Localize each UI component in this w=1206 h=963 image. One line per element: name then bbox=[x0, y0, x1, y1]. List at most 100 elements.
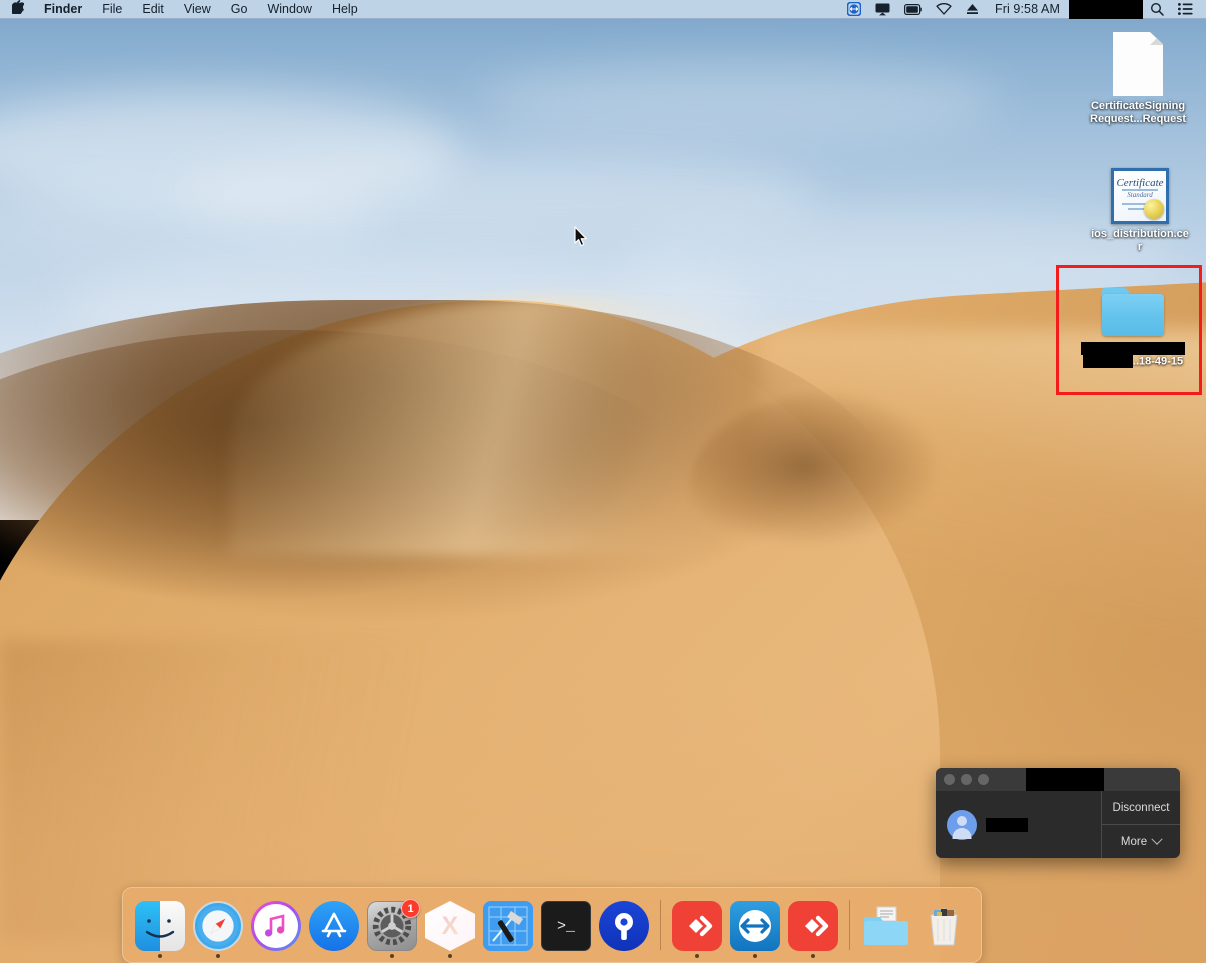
running-indicator bbox=[622, 954, 626, 958]
notification-badge: 1 bbox=[401, 899, 420, 918]
menu-bar: Finder File Edit View Go Window Help Fri… bbox=[0, 0, 1206, 19]
menu-bar-clock[interactable]: Fri 9:58 AM bbox=[986, 2, 1069, 16]
dock: 1 X >_ bbox=[122, 887, 982, 963]
airplay-display-icon[interactable] bbox=[868, 3, 897, 16]
certificate-title-text: Certificate bbox=[1116, 177, 1164, 189]
wifi-icon[interactable] bbox=[929, 3, 959, 15]
menu-item-view[interactable]: View bbox=[174, 0, 221, 19]
dock-item-sourcetree[interactable] bbox=[595, 901, 653, 962]
desktop-icon-label-line2: Request...Request bbox=[1090, 113, 1186, 125]
menu-bar-left: Finder File Edit View Go Window Help bbox=[0, 0, 368, 19]
running-indicator bbox=[942, 954, 946, 958]
desktop-icon-label-line1: CertificateSigning bbox=[1090, 100, 1186, 112]
running-indicator bbox=[158, 954, 162, 958]
itunes-icon bbox=[251, 901, 301, 951]
xcode-icon bbox=[483, 901, 533, 951]
eject-icon[interactable] bbox=[959, 3, 986, 15]
mouse-cursor bbox=[574, 226, 588, 247]
menu-item-help[interactable]: Help bbox=[322, 0, 368, 19]
desktop-icon-label-line2: r bbox=[1137, 241, 1143, 253]
battery-icon[interactable] bbox=[897, 3, 929, 15]
desktop-icon-redacted-folder[interactable]: ..18-49-15 bbox=[1076, 288, 1190, 369]
redaction-block bbox=[1081, 342, 1185, 355]
running-indicator bbox=[564, 954, 568, 958]
control-center-list-icon[interactable] bbox=[1171, 3, 1200, 15]
running-indicator bbox=[332, 954, 336, 958]
minimize-button[interactable] bbox=[961, 774, 972, 785]
more-button[interactable]: More bbox=[1102, 824, 1180, 858]
dock-separator bbox=[660, 900, 661, 950]
menu-item-window[interactable]: Window bbox=[257, 0, 321, 19]
folder-icon bbox=[861, 901, 911, 951]
desktop-icon-label-line1: ios_distribution.ce bbox=[1091, 228, 1189, 240]
desktop-icon-label-line2: ..18-49-15 bbox=[1076, 355, 1190, 369]
teamviewer-status-icon[interactable] bbox=[840, 2, 868, 16]
running-indicator bbox=[506, 954, 510, 958]
desktop-icon-ios-distribution-cer[interactable]: Certificate Standard ios_distribution.ce… bbox=[1084, 168, 1196, 254]
menu-item-finder[interactable]: Finder bbox=[34, 0, 92, 19]
redaction-block bbox=[1082, 355, 1133, 369]
dock-item-trash[interactable] bbox=[915, 901, 973, 962]
desktop-icon-label-line1 bbox=[1076, 342, 1190, 355]
folder-icon bbox=[1102, 288, 1164, 336]
avatar bbox=[947, 809, 977, 840]
running-indicator bbox=[884, 954, 888, 958]
app-store-icon bbox=[309, 901, 359, 951]
desktop-icon-certificate-signing-request[interactable]: CertificateSigning Request...Request bbox=[1082, 32, 1194, 126]
teamviewer-title-redacted bbox=[1026, 768, 1104, 791]
teamviewer-body: Disconnect More bbox=[936, 791, 1180, 858]
teamviewer-connected-user bbox=[936, 791, 1102, 858]
dock-item-teamviewer[interactable] bbox=[726, 901, 784, 962]
dock-item-terminal[interactable]: >_ bbox=[537, 901, 595, 962]
disconnect-button[interactable]: Disconnect bbox=[1102, 791, 1180, 824]
menu-item-file[interactable]: File bbox=[92, 0, 132, 19]
dock-item-anydesk-1[interactable] bbox=[668, 901, 726, 962]
dock-item-xamarin[interactable]: X bbox=[421, 901, 479, 962]
folder-body bbox=[1102, 294, 1164, 336]
close-button[interactable] bbox=[944, 774, 955, 785]
teamviewer-session-panel[interactable]: Disconnect More bbox=[936, 768, 1180, 858]
teamviewer-actions: Disconnect More bbox=[1102, 791, 1180, 858]
dock-item-app-store[interactable] bbox=[305, 901, 363, 962]
dock-item-safari[interactable] bbox=[189, 901, 247, 962]
terminal-icon: >_ bbox=[541, 901, 591, 951]
running-indicator bbox=[448, 954, 452, 958]
menu-item-go[interactable]: Go bbox=[221, 0, 258, 19]
dock-separator bbox=[849, 900, 850, 950]
apple-logo-icon[interactable] bbox=[0, 0, 34, 19]
anydesk-icon bbox=[672, 901, 722, 951]
dock-item-finder[interactable] bbox=[131, 901, 189, 962]
trash-icon bbox=[919, 901, 969, 951]
running-indicator bbox=[695, 954, 699, 958]
safari-icon bbox=[193, 901, 243, 951]
dock-item-downloads[interactable] bbox=[857, 901, 915, 962]
menu-item-edit[interactable]: Edit bbox=[132, 0, 174, 19]
teamviewer-username-redacted bbox=[986, 817, 1028, 832]
dock-item-itunes[interactable] bbox=[247, 901, 305, 962]
certificate-seal-icon bbox=[1144, 199, 1164, 219]
chevron-down-icon bbox=[1151, 833, 1163, 845]
dock-item-anydesk-2[interactable] bbox=[784, 901, 842, 962]
running-indicator bbox=[811, 954, 815, 958]
sourcetree-icon bbox=[599, 901, 649, 951]
more-button-label: More bbox=[1120, 835, 1148, 848]
teamviewer-icon bbox=[730, 901, 780, 951]
dock-item-system-preferences[interactable]: 1 bbox=[363, 899, 421, 962]
search-icon[interactable] bbox=[1143, 2, 1171, 16]
cloud bbox=[480, 60, 1000, 140]
blank-document-icon bbox=[1113, 32, 1163, 96]
folder-name-suffix: ..18-49-15 bbox=[1132, 355, 1184, 368]
maximize-button[interactable] bbox=[978, 774, 989, 785]
certificate-icon: Certificate Standard bbox=[1111, 168, 1169, 224]
menu-bar-status-area: Fri 9:58 AM bbox=[840, 0, 1206, 19]
desktop-icon-label: CertificateSigning Request...Request bbox=[1082, 100, 1194, 126]
anydesk-icon bbox=[788, 901, 838, 951]
desktop-icon-label: ..18-49-15 bbox=[1076, 342, 1190, 369]
running-indicator bbox=[390, 954, 394, 958]
system-preferences-icon: 1 bbox=[367, 899, 420, 951]
menu-bar-redacted-item[interactable] bbox=[1069, 0, 1143, 19]
teamviewer-titlebar[interactable] bbox=[936, 768, 1180, 791]
running-indicator bbox=[216, 954, 220, 958]
running-indicator bbox=[753, 954, 757, 958]
dock-item-xcode[interactable] bbox=[479, 901, 537, 962]
